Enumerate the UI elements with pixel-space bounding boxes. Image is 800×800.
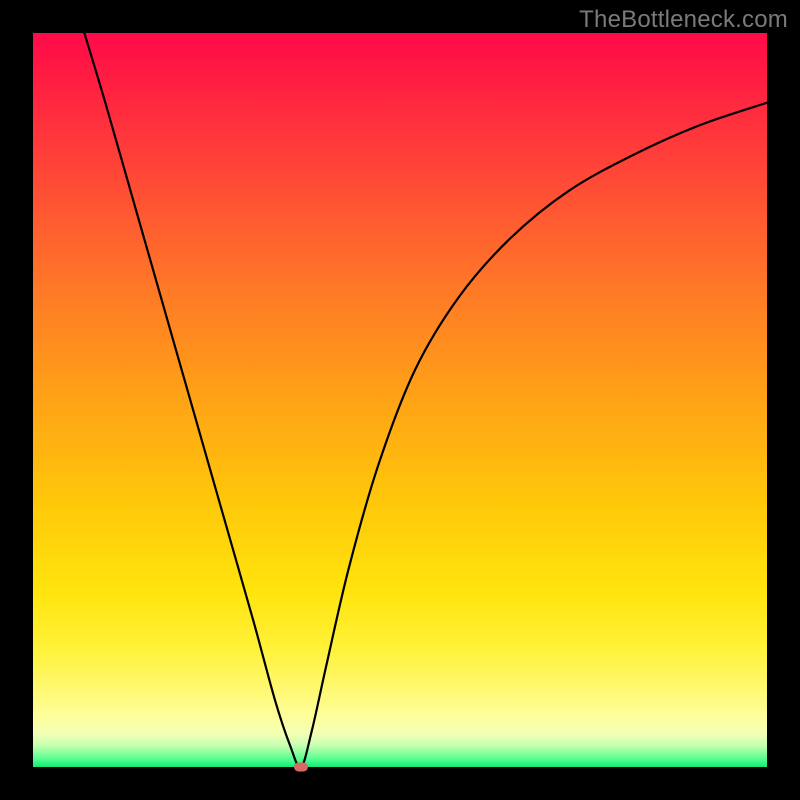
- chart-frame: TheBottleneck.com: [0, 0, 800, 800]
- plot-area: [33, 33, 767, 767]
- watermark-text: TheBottleneck.com: [579, 6, 788, 34]
- minimum-marker: [294, 763, 308, 772]
- curve-path: [84, 33, 767, 767]
- bottleneck-curve: [33, 33, 767, 767]
